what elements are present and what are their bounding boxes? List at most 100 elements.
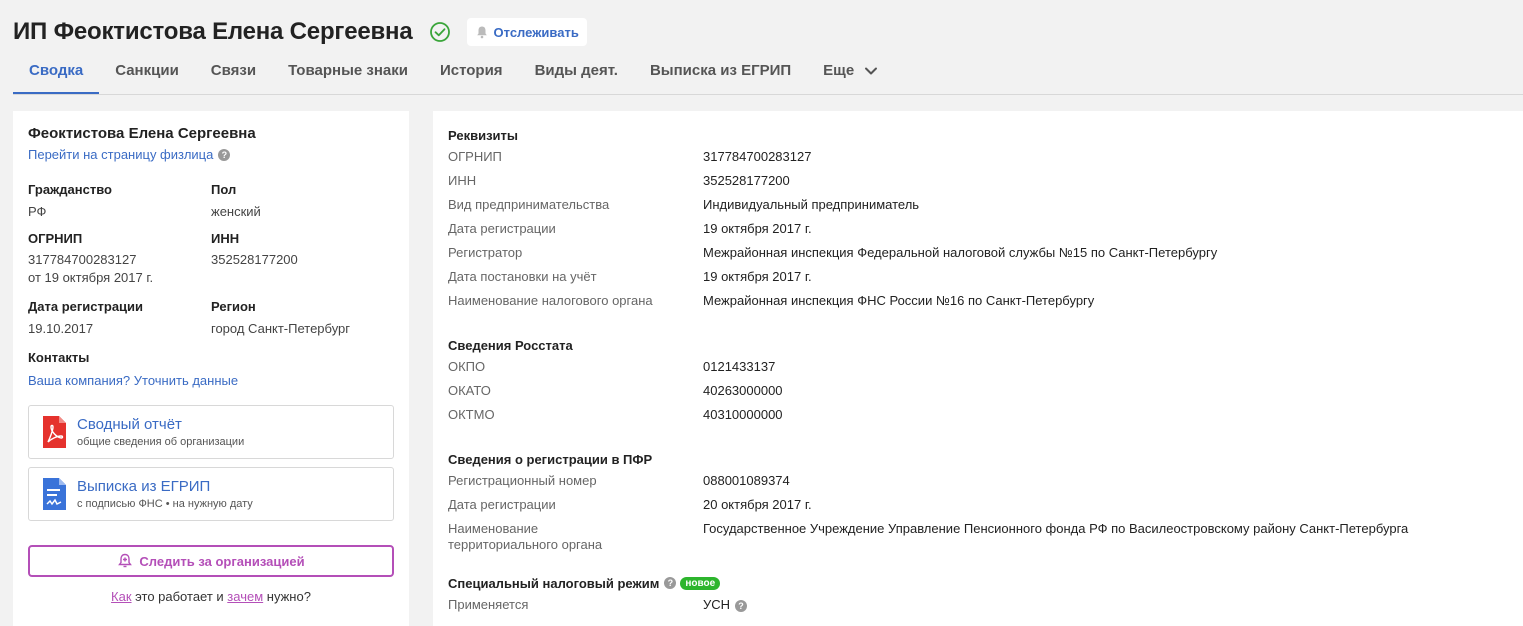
kv-key: ОГРНИП <box>448 149 502 164</box>
track-button[interactable]: Отслеживать <box>466 18 587 46</box>
tax-regime-title-row: Специальный налоговый режим? новое <box>448 573 1508 593</box>
track-button-label: Отслеживать <box>493 24 579 40</box>
kv-key: ИНН <box>448 173 477 188</box>
bell-plus-icon <box>118 553 133 568</box>
regdate-label: Дата регистрации <box>28 299 144 314</box>
kv-value: Межрайонная инспекция ФНС России №16 по … <box>703 293 1095 308</box>
rosstat-title: Сведения Росстата <box>448 337 573 353</box>
kv-value: 19 октября 2017 г. <box>703 269 812 284</box>
kv-value: Индивидуальный предприниматель <box>703 197 920 212</box>
tax-regime-title: Специальный налоговый режим <box>448 575 660 591</box>
bell-icon <box>476 26 487 39</box>
kv-key: Дата постановки на учёт <box>448 269 597 284</box>
requisites-list: ОГРНИП 317784700283127 ИНН 352528177200 Ви… <box>448 149 1508 309</box>
tax-regime-value: УСН <box>703 597 731 612</box>
kv-value: Межрайонная инспекция Федеральной налого… <box>703 245 1218 260</box>
tab-connections[interactable]: Связи <box>195 52 272 94</box>
how-it-works-text: Как это работает и зачем нужно? <box>28 589 394 604</box>
rosstat-list: ОКПО 0121433137 ОКАТО 40263000000 ОКТМО 403… <box>448 359 1508 423</box>
kv-row: ИНН 352528177200 <box>448 173 1508 189</box>
help-icon[interactable]: ? <box>664 577 677 589</box>
tab-history[interactable]: История <box>424 52 519 94</box>
new-badge: новое <box>680 576 721 590</box>
egrip-extract-subtitle: с подписью ФНС • на нужную дату <box>77 498 253 510</box>
requisites-title: Реквизиты <box>448 127 518 143</box>
follow-organization-button[interactable]: Следить за организацией <box>28 545 394 577</box>
kv-key: Применяется <box>448 597 529 612</box>
kv-row: Дата регистрации 20 октября 2017 г. <box>448 497 1508 513</box>
kv-row: Регистратор Межрайонная инспекция Федерал… <box>448 245 1508 261</box>
kv-key: Наименование налогового органа <box>448 293 653 308</box>
summary-report-title: Сводный отчёт <box>77 416 182 433</box>
tab-trademarks[interactable]: Товарные знаки <box>272 52 424 94</box>
person-name: Феоктистова Елена Сергеевна <box>28 125 256 142</box>
tab-activities[interactable]: Виды деят. <box>519 52 634 94</box>
person-card: Феоктистова Елена Сергеевна Перейти на с… <box>13 111 409 626</box>
pfr-list: Регистрационный номер 088001089374 Дата р… <box>448 473 1508 553</box>
tab-more-label: Еще <box>823 62 855 79</box>
contacts-label: Контакты <box>28 350 90 365</box>
kv-key: Регистрационный номер <box>448 473 597 488</box>
ogrnip-label: ОГРНИП <box>28 231 83 246</box>
person-page-link[interactable]: Перейти на страницу физлица <box>28 147 213 162</box>
ogrnip-value: 317784700283127 <box>28 252 137 267</box>
page-title: ИП Феоктистова Елена Сергеевна <box>13 18 413 45</box>
help-icon[interactable]: ? <box>218 148 231 161</box>
clarify-data-link[interactable]: Ваша компания? Уточнить данные <box>28 373 394 388</box>
egrip-extract-card[interactable]: Выписка из ЕГРИП с подписью ФНС • на нуж… <box>28 467 394 521</box>
kv-row: Дата постановки на учёт 19 октября 2017 г… <box>448 269 1508 285</box>
citizenship-value: РФ <box>28 204 47 219</box>
kv-row: Наименование налогового органа Межрайонна… <box>448 293 1508 309</box>
kv-key: Вид предпринимательства <box>448 197 610 212</box>
egrip-extract-title: Выписка из ЕГРИП <box>77 478 211 495</box>
region-label: Регион <box>211 299 256 314</box>
chevron-down-icon <box>865 67 878 75</box>
kv-value-wrap: УСН? <box>703 597 748 613</box>
kv-value: 20 октября 2017 г. <box>703 497 812 512</box>
tab-bar: Сводка Санкции Связи Товарные знаки Исто… <box>13 52 1523 95</box>
kv-row: Дата регистрации 19 октября 2017 г. <box>448 221 1508 237</box>
how-text-1: это работает и <box>131 589 228 604</box>
kv-value: 0121433137 <box>703 359 776 374</box>
inn-value: 352528177200 <box>211 252 298 267</box>
inn-label: ИНН <box>211 231 240 246</box>
kv-value: 317784700283127 <box>703 149 812 164</box>
why-link[interactable]: зачем <box>227 589 263 604</box>
kv-key: ОКПО <box>448 359 486 374</box>
kv-value: 40263000000 <box>703 383 783 398</box>
page-header: ИП Феоктистова Елена Сергеевна Отслежива… <box>13 14 587 50</box>
kv-value: Государственное Учреждение Управление Пе… <box>703 521 1409 536</box>
pfr-title: Сведения о регистрации в ПФР <box>448 451 653 467</box>
kv-key: Наименование территориального органа <box>448 521 603 552</box>
kv-row: ОКПО 0121433137 <box>448 359 1508 375</box>
kv-row: Наименование территориального органа Госу… <box>448 521 1508 553</box>
kv-row: ОКАТО 40263000000 <box>448 383 1508 399</box>
kv-row: Регистрационный номер 088001089374 <box>448 473 1508 489</box>
sex-value: женский <box>211 204 261 219</box>
kv-row: Вид предпринимательства Индивидуальный пр… <box>448 197 1508 213</box>
tab-sanctions[interactable]: Санкции <box>99 52 195 94</box>
follow-organization-label: Следить за организацией <box>139 553 305 569</box>
ogrnip-date: от 19 октября 2017 г. <box>28 270 154 285</box>
kv-row: ОГРНИП 317784700283127 <box>448 149 1508 165</box>
kv-value: 19 октября 2017 г. <box>703 221 812 236</box>
summary-report-subtitle: общие сведения об организации <box>77 436 245 448</box>
summary-report-card[interactable]: Сводный отчёт общие сведения об организа… <box>28 405 394 459</box>
region-value: город Санкт-Петербург <box>211 321 351 336</box>
kv-key: Дата регистрации <box>448 497 556 512</box>
tab-egrip-extract[interactable]: Выписка из ЕГРИП <box>634 52 807 94</box>
kv-value: 352528177200 <box>703 173 790 188</box>
kv-key: ОКАТО <box>448 383 491 398</box>
kv-key: Регистратор <box>448 245 523 260</box>
tab-summary[interactable]: Сводка <box>13 52 100 94</box>
how-text-2: нужно? <box>263 589 311 604</box>
kv-key: Дата регистрации <box>448 221 556 236</box>
how-link[interactable]: Как <box>111 589 132 604</box>
kv-value: 088001089374 <box>703 473 790 488</box>
kv-value: 40310000000 <box>703 407 783 422</box>
signed-document-icon <box>43 478 66 510</box>
tab-more[interactable]: Еще <box>807 52 894 94</box>
help-icon[interactable]: ? <box>735 599 748 612</box>
pdf-icon <box>43 416 66 448</box>
verified-check-icon <box>429 22 450 42</box>
